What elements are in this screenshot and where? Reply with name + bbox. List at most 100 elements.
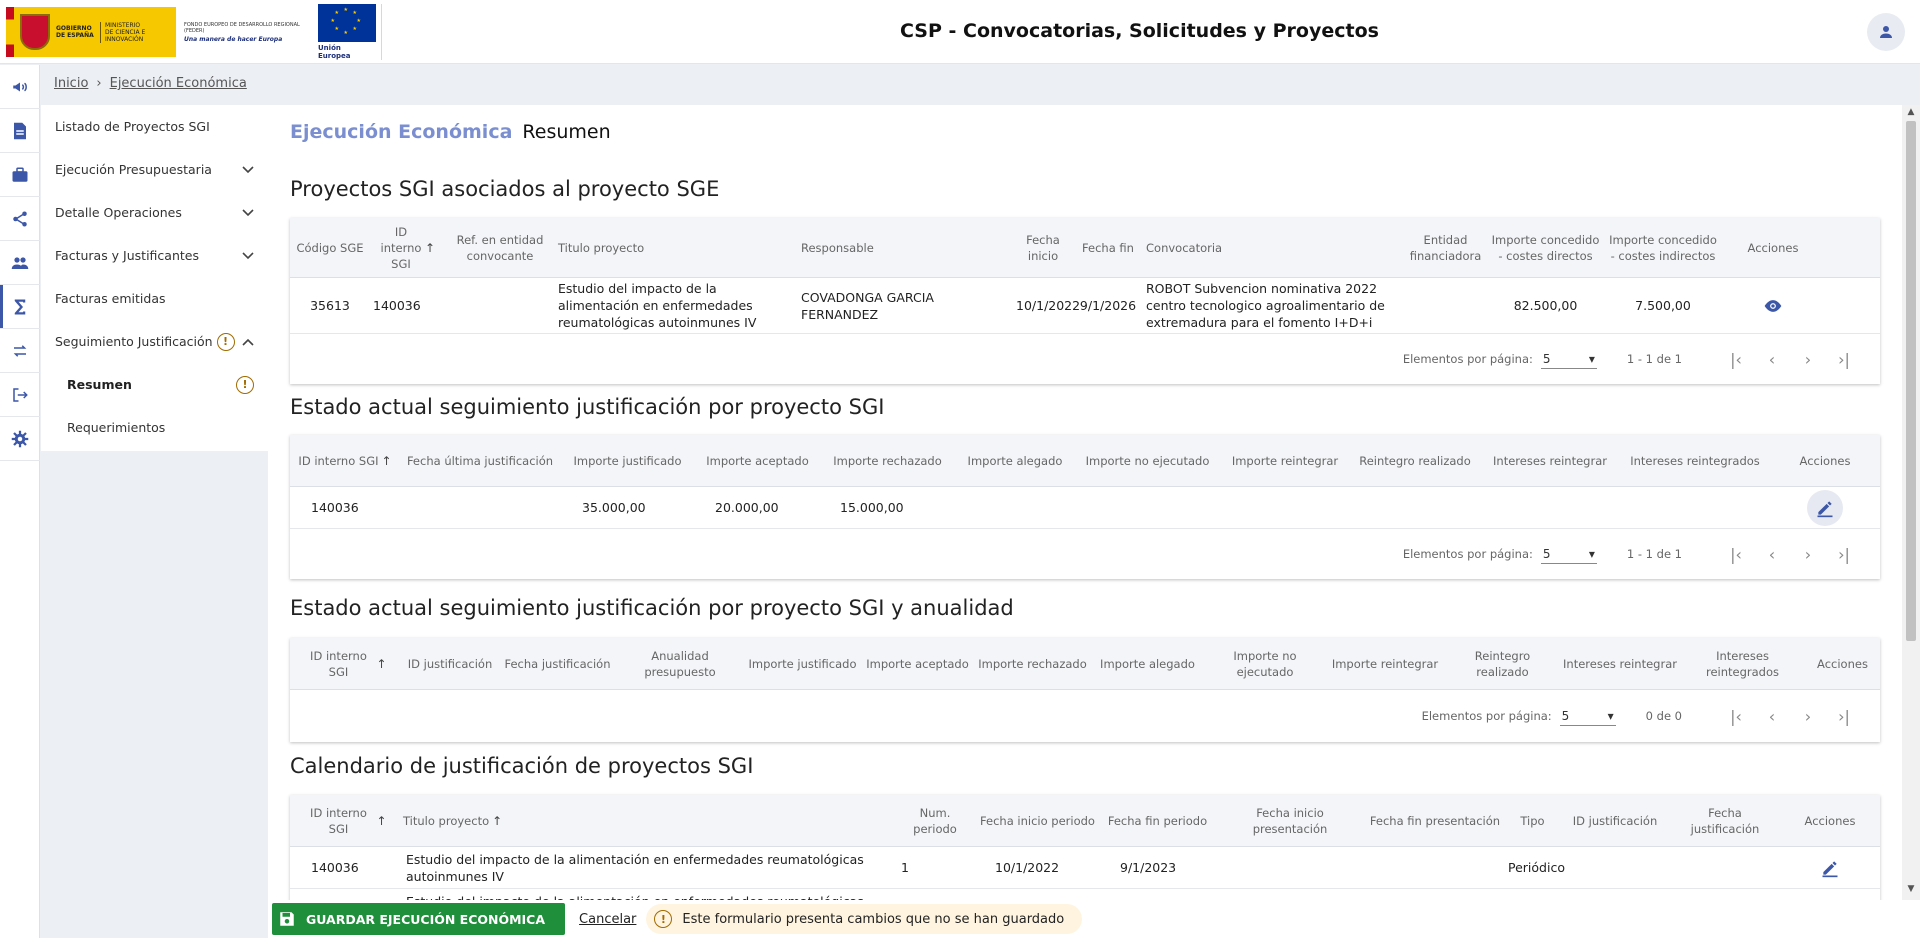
menu-detalle-operaciones[interactable]: Detalle Operaciones (41, 191, 268, 234)
col-convocatoria[interactable]: Convocatoria (1143, 240, 1403, 256)
rail-solicitudes[interactable] (0, 109, 40, 153)
col-num-periodo[interactable]: Num. periodo (895, 805, 975, 837)
col-titulo[interactable]: Titulo proyecto ↑ (400, 813, 895, 829)
col-entidad[interactable]: Entidad financiadora (1403, 232, 1488, 264)
col-intereses-reintegrados[interactable]: Intereses reintegrados (1680, 648, 1805, 680)
col-reintegro-realizado[interactable]: Reintegro realizado (1350, 453, 1480, 469)
col-fecha-fin-pres[interactable]: Fecha fin presentación (1365, 813, 1505, 829)
col-fecha-inicio-pres[interactable]: Fecha inicio presentación (1215, 805, 1365, 837)
col-id-interno[interactable]: ID interno SGI ↑ (290, 805, 400, 837)
prev-page-button[interactable]: ‹ (1754, 545, 1790, 564)
col-imp-no-ejecutado[interactable]: Importe no ejecutado (1075, 453, 1220, 469)
col-reintegro-realizado[interactable]: Reintegro realizado (1445, 648, 1560, 680)
unsaved-message: Este formulario presenta cambios que no … (682, 911, 1065, 927)
people-icon (11, 256, 29, 269)
page-size-select[interactable]: 5 ▾ (1559, 707, 1616, 726)
col-fecha-inicio[interactable]: Fecha inicio (1013, 232, 1073, 264)
rail-personas[interactable] (0, 241, 40, 285)
menu-ejecucion-presupuestaria[interactable]: Ejecución Presupuestaria (41, 148, 268, 191)
cell-num-periodo: 1 (901, 860, 909, 875)
col-titulo[interactable]: Titulo proyecto (555, 240, 798, 256)
col-imp-alegado[interactable]: Importe alegado (1090, 656, 1205, 672)
col-imp-reintegrar[interactable]: Importe reintegrar (1325, 656, 1445, 672)
col-imp-indirectos[interactable]: Importe concedido - costes indirectos (1603, 232, 1723, 264)
col-imp-aceptado[interactable]: Importe aceptado (695, 453, 820, 469)
first-page-button[interactable]: |‹ (1718, 350, 1754, 369)
col-id-justificacion[interactable]: ID justificación (400, 656, 500, 672)
content-scrollbar[interactable]: ▲ ▼ (1902, 105, 1920, 900)
scroll-up-icon[interactable]: ▲ (1902, 107, 1920, 121)
col-imp-no-ejecutado[interactable]: Importe no ejecutado (1205, 648, 1325, 680)
col-imp-alegado[interactable]: Importe alegado (955, 453, 1075, 469)
last-page-button[interactable]: ›| (1826, 545, 1862, 564)
col-intereses-reintegrados[interactable]: Intereses reintegrados (1620, 453, 1770, 469)
menu-facturas-justificantes[interactable]: Facturas y Justificantes (41, 234, 268, 277)
menu-listado-proyectos[interactable]: Listado de Proyectos SGI (41, 105, 268, 148)
col-acciones: Acciones (1804, 813, 1856, 828)
col-ref[interactable]: Ref. en entidad convocante (445, 232, 555, 264)
breadcrumb-home[interactable]: Inicio (54, 76, 88, 91)
last-page-button[interactable]: ›| (1826, 350, 1862, 369)
breadcrumb-current[interactable]: Ejecución Económica (110, 76, 247, 91)
rail-proyectos[interactable] (0, 153, 40, 197)
next-page-button[interactable]: › (1790, 707, 1826, 726)
cancel-link[interactable]: Cancelar (579, 912, 636, 927)
col-fecha-justificacion[interactable]: Fecha justificación (1670, 805, 1780, 837)
col-imp-justificado[interactable]: Importe justificado (560, 453, 695, 469)
warning-icon: ! (654, 910, 673, 928)
col-anualidad[interactable]: Anualidad presupuesto (615, 648, 745, 680)
col-fecha-ultima[interactable]: Fecha última justificación (400, 453, 560, 469)
rail-salir[interactable] (0, 373, 40, 417)
edit-button[interactable] (1812, 850, 1848, 886)
col-codigo[interactable]: Código SGE (290, 240, 370, 256)
col-responsable[interactable]: Responsable (798, 240, 1013, 256)
col-id-interno[interactable]: ID interno SGI ↑ (290, 453, 400, 469)
next-page-button[interactable]: › (1790, 350, 1826, 369)
col-tipo[interactable]: Tipo (1505, 813, 1560, 829)
col-imp-justificado[interactable]: Importe justificado (745, 656, 860, 672)
col-fecha-fin-periodo[interactable]: Fecha fin periodo (1100, 813, 1215, 829)
menu-requerimientos[interactable]: Requerimientos (41, 406, 268, 449)
col-fecha-inicio-periodo[interactable]: Fecha inicio periodo (975, 813, 1100, 829)
col-imp-rechazado[interactable]: Importe rechazado (820, 453, 955, 469)
first-page-button[interactable]: |‹ (1718, 545, 1754, 564)
page-size-select[interactable]: 5 ▾ (1540, 350, 1597, 369)
next-page-button[interactable]: › (1790, 545, 1826, 564)
col-imp-aceptado[interactable]: Importe aceptado (860, 656, 975, 672)
menu-resumen[interactable]: Resumen ! (41, 363, 268, 406)
col-fecha-fin[interactable]: Fecha fin (1073, 240, 1143, 256)
eu-text: Unión Europea (318, 44, 351, 60)
scroll-down-icon[interactable]: ▼ (1902, 884, 1920, 898)
cell-fecha-fin: 9/1/2026 (1079, 298, 1137, 313)
col-id-interno[interactable]: ID interno SGI ↑ (370, 224, 445, 272)
col-intereses-reintegrar[interactable]: Intereses reintegrar (1480, 453, 1620, 469)
sort-arrow-icon: ↑ (376, 656, 387, 671)
edit-button[interactable] (1807, 489, 1843, 526)
prev-page-button[interactable]: ‹ (1754, 350, 1790, 369)
save-button[interactable]: GUARDAR EJECUCIÓN ECONÓMICA (272, 903, 566, 935)
col-id-justificacion[interactable]: ID justificación (1560, 813, 1670, 829)
section-proyectos-sgi-title: Proyectos SGI asociados al proyecto SGE (290, 177, 720, 201)
scrollbar-thumb[interactable] (1906, 121, 1916, 641)
rail-intercambio[interactable] (0, 329, 40, 373)
view-button[interactable] (1755, 288, 1791, 324)
prev-page-button[interactable]: ‹ (1754, 707, 1790, 726)
col-intereses-reintegrar[interactable]: Intereses reintegrar (1560, 656, 1680, 672)
table-row: 140036 35.000,00 20.000,00 15.000,00 (290, 487, 1880, 529)
rail-configuracion[interactable] (0, 417, 40, 461)
col-imp-reintegrar[interactable]: Importe reintegrar (1220, 453, 1350, 469)
col-fecha-justificacion[interactable]: Fecha justificación (500, 656, 615, 672)
rail-compartir[interactable] (0, 197, 40, 241)
menu-seguimiento-justificacion[interactable]: Seguimiento Justificación ! (41, 320, 268, 363)
last-page-button[interactable]: ›| (1826, 707, 1862, 726)
user-menu-button[interactable] (1867, 13, 1905, 51)
caret-down-icon: ▾ (1588, 351, 1595, 366)
menu-facturas-emitidas[interactable]: Facturas emitidas (41, 277, 268, 320)
col-id-interno[interactable]: ID interno SGI ↑ (290, 648, 400, 680)
col-imp-directos[interactable]: Importe concedido - costes directos (1488, 232, 1603, 264)
rail-convocatorias[interactable] (0, 65, 40, 109)
page-size-select[interactable]: 5 ▾ (1540, 545, 1597, 564)
first-page-button[interactable]: |‹ (1718, 707, 1754, 726)
rail-ejecucion-economica[interactable] (0, 285, 40, 329)
col-imp-rechazado[interactable]: Importe rechazado (975, 656, 1090, 672)
